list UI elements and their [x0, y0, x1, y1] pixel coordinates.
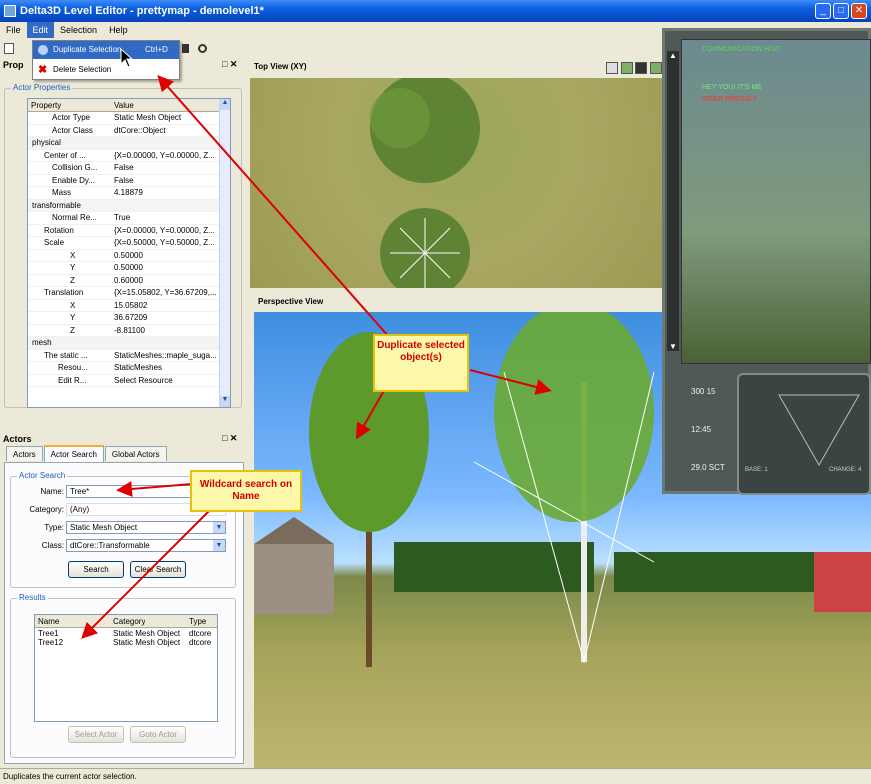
callout-duplicate: Duplicate selected object(s) — [373, 334, 469, 392]
callout-wildcard: Wildcard search on Name — [190, 470, 302, 512]
arrow-to-name-field — [116, 481, 193, 497]
arrow-to-right-tree — [469, 369, 552, 395]
arrow-to-duplicate-menu — [157, 75, 391, 339]
mouse-cursor-icon — [120, 48, 134, 68]
annotation-arrows — [81, 75, 552, 639]
status-bar: Duplicates the current actor selection. — [0, 768, 871, 784]
arrow-to-results — [81, 509, 211, 639]
